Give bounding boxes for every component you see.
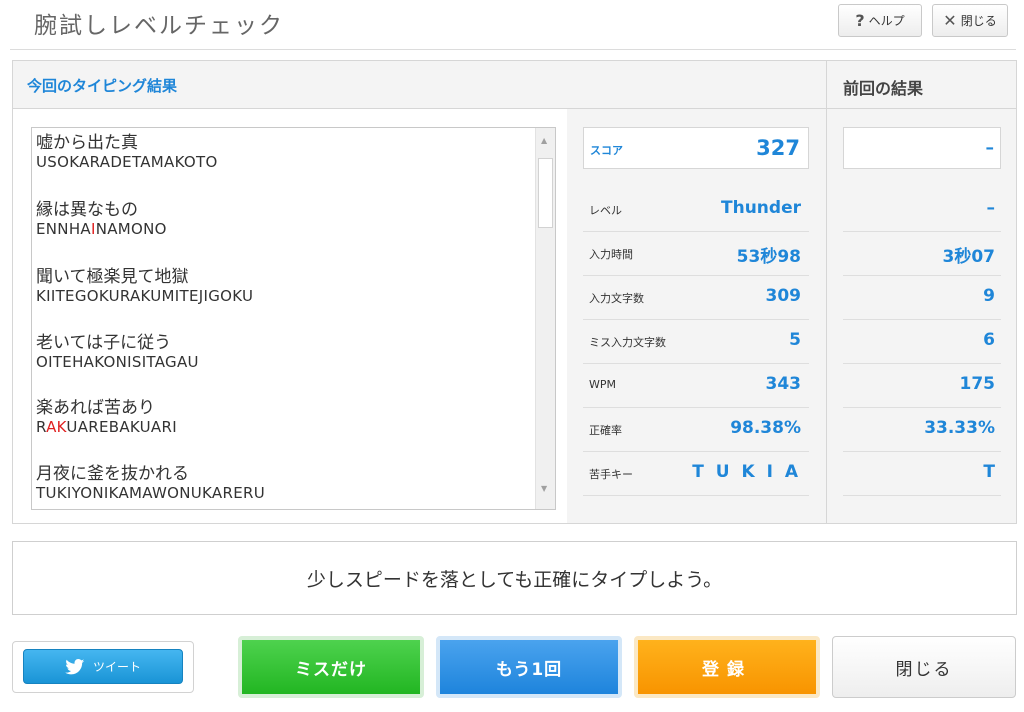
- previous-row-accuracy: 33.33%: [843, 408, 1001, 452]
- miss-only-button[interactable]: ミスだけ: [238, 636, 424, 698]
- stat-row-input-time: 入力時間 53秒98: [583, 232, 809, 276]
- romaji-segment: NAMONO: [95, 220, 167, 238]
- stat-row-level: レベル Thunder: [583, 188, 809, 232]
- stat-value-miss-chars: 5: [789, 330, 801, 350]
- phrase-item: 楽あれば苦あり RAKUAREBAKUARI: [36, 398, 177, 436]
- phrase-japanese: 嘘から出た真: [36, 133, 138, 153]
- stat-row-wpm: WPM 343: [583, 364, 809, 408]
- stat-value-input-time: 53秒98: [736, 247, 801, 267]
- help-button[interactable]: ? ヘルプ: [838, 4, 922, 37]
- stat-row-accuracy: 正確率 98.38%: [583, 408, 809, 452]
- previous-row-score: –: [843, 127, 1001, 169]
- phrase-japanese: 楽あれば苦あり: [36, 398, 155, 418]
- previous-row-weak-keys: T: [843, 452, 1001, 496]
- stat-value-wpm: 343: [765, 374, 802, 394]
- scrollbar[interactable]: ▲ ▼: [535, 128, 555, 509]
- phrase-item: 嘘から出た真 USOKARADETAMAKOTO: [36, 133, 218, 171]
- close-button[interactable]: 閉じる: [832, 636, 1016, 698]
- scroll-up-icon[interactable]: ▲: [541, 136, 547, 145]
- advice-box: 少しスピードを落としても正確にタイプしよう。: [12, 541, 1017, 615]
- current-results-title: 今回のタイピング結果: [27, 77, 178, 95]
- phrase-romaji: USOKARADETAMAKOTO: [36, 153, 218, 171]
- phrase-japanese: 月夜に釜を抜かれる: [36, 464, 189, 484]
- stat-value-score: 327: [756, 136, 800, 160]
- stat-label-input-chars: 入力文字数: [589, 292, 644, 305]
- romaji-segment: ENNHA: [36, 220, 91, 238]
- previous-value-level: –: [986, 198, 996, 218]
- previous-value-miss-chars: 6: [983, 330, 995, 350]
- stat-row-score: スコア 327: [583, 127, 809, 169]
- scroll-down-icon[interactable]: ▼: [541, 484, 547, 493]
- previous-row-level: –: [843, 188, 1001, 232]
- help-label: ヘルプ: [868, 14, 905, 28]
- previous-value-weak-keys: T: [983, 462, 995, 482]
- close-top-label: 閉じる: [960, 14, 997, 28]
- register-button[interactable]: 登録: [634, 636, 820, 698]
- romaji-segment: USOKARADETAMAKOTO: [36, 153, 218, 171]
- results-panel: 今回のタイピング結果 前回の結果 嘘から出た真 USOKARADETAMAKOTO…: [12, 60, 1017, 524]
- phrase-romaji: ENNHAINAMONO: [36, 220, 167, 238]
- phrase-item: 聞いて極楽見て地獄 KIITEGOKURAKUMITEJIGOKU: [36, 267, 253, 305]
- results-header: 今回のタイピング結果 前回の結果: [13, 61, 1016, 109]
- stat-value-accuracy: 98.38%: [730, 418, 801, 438]
- romaji-segment: KIITEGOKURAKUMITEJIGOKU: [36, 287, 254, 305]
- previous-value-accuracy: 33.33%: [924, 418, 995, 438]
- previous-row-miss-chars: 6: [843, 320, 1001, 364]
- previous-row-wpm: 175: [843, 364, 1001, 408]
- stat-row-weak-keys: 苦手キー T U K I A: [583, 452, 809, 496]
- tweet-label: ツイート: [92, 660, 141, 674]
- previous-row-input-time: 3秒07: [843, 232, 1001, 276]
- stat-value-level: Thunder: [721, 198, 801, 218]
- header-divider: [10, 49, 1016, 50]
- phrase-romaji: RAKUAREBAKUARI: [36, 418, 177, 436]
- twitter-bird-icon: [65, 658, 85, 674]
- stat-row-input-chars: 入力文字数 309: [583, 276, 809, 320]
- stat-label-wpm: WPM: [589, 378, 617, 391]
- stat-label-miss-chars: ミス入力文字数: [589, 336, 666, 349]
- phrase-romaji: KIITEGOKURAKUMITEJIGOKU: [36, 287, 253, 305]
- stat-label-weak-keys: 苦手キー: [589, 468, 633, 481]
- retry-button[interactable]: もう1回: [436, 636, 622, 698]
- tweet-button[interactable]: ツイート: [12, 641, 194, 693]
- romaji-segment: R: [36, 418, 47, 436]
- previous-value-input-time: 3秒07: [942, 247, 996, 267]
- scroll-thumb[interactable]: [538, 158, 553, 228]
- romaji-segment: TUKIYONIKAMAWONUKARERU: [36, 484, 265, 502]
- previous-row-input-chars: 9: [843, 276, 1001, 320]
- close-icon: ✕: [943, 11, 957, 30]
- stat-label-accuracy: 正確率: [589, 424, 622, 437]
- miss-segment: AK: [46, 418, 67, 436]
- app-title: 腕試しレベルチェック: [34, 13, 284, 39]
- phrase-item: 月夜に釜を抜かれる TUKIYONIKAMAWONUKARERU: [36, 464, 265, 502]
- stat-label-score: スコア: [590, 144, 623, 157]
- advice-text: 少しスピードを落としても正確にタイプしよう。: [306, 568, 723, 591]
- phrase-romaji: TUKIYONIKAMAWONUKARERU: [36, 484, 265, 502]
- previous-value-input-chars: 9: [983, 286, 995, 306]
- phrase-item: 縁は異なもの ENNHAINAMONO: [36, 200, 167, 238]
- stat-value-input-chars: 309: [765, 286, 802, 306]
- previous-value-score: –: [985, 138, 995, 158]
- phrase-japanese: 縁は異なもの: [36, 200, 138, 220]
- previous-value-wpm: 175: [959, 374, 996, 394]
- close-top-button[interactable]: ✕ 閉じる: [932, 4, 1008, 37]
- phrase-japanese: 聞いて極楽見て地獄: [36, 267, 189, 287]
- romaji-segment: OITEHAKONISITAGAU: [36, 353, 199, 371]
- phrase-item: 老いては子に従う OITEHAKONISITAGAU: [36, 333, 199, 371]
- stat-row-miss-chars: ミス入力文字数 5: [583, 320, 809, 364]
- question-icon: ?: [855, 11, 865, 30]
- stat-label-input-time: 入力時間: [589, 248, 633, 261]
- column-divider: [826, 61, 827, 523]
- phrase-japanese: 老いては子に従う: [36, 333, 172, 353]
- romaji-segment: UAREBAKUARI: [66, 418, 177, 436]
- previous-results-title: 前回の結果: [843, 79, 924, 98]
- phrase-list[interactable]: 嘘から出た真 USOKARADETAMAKOTO 縁は異なもの ENNHAINAMON…: [31, 127, 556, 510]
- stat-value-weak-keys: T U K I A: [692, 462, 801, 482]
- stat-label-level: レベル: [589, 204, 622, 217]
- phrase-romaji: OITEHAKONISITAGAU: [36, 353, 199, 371]
